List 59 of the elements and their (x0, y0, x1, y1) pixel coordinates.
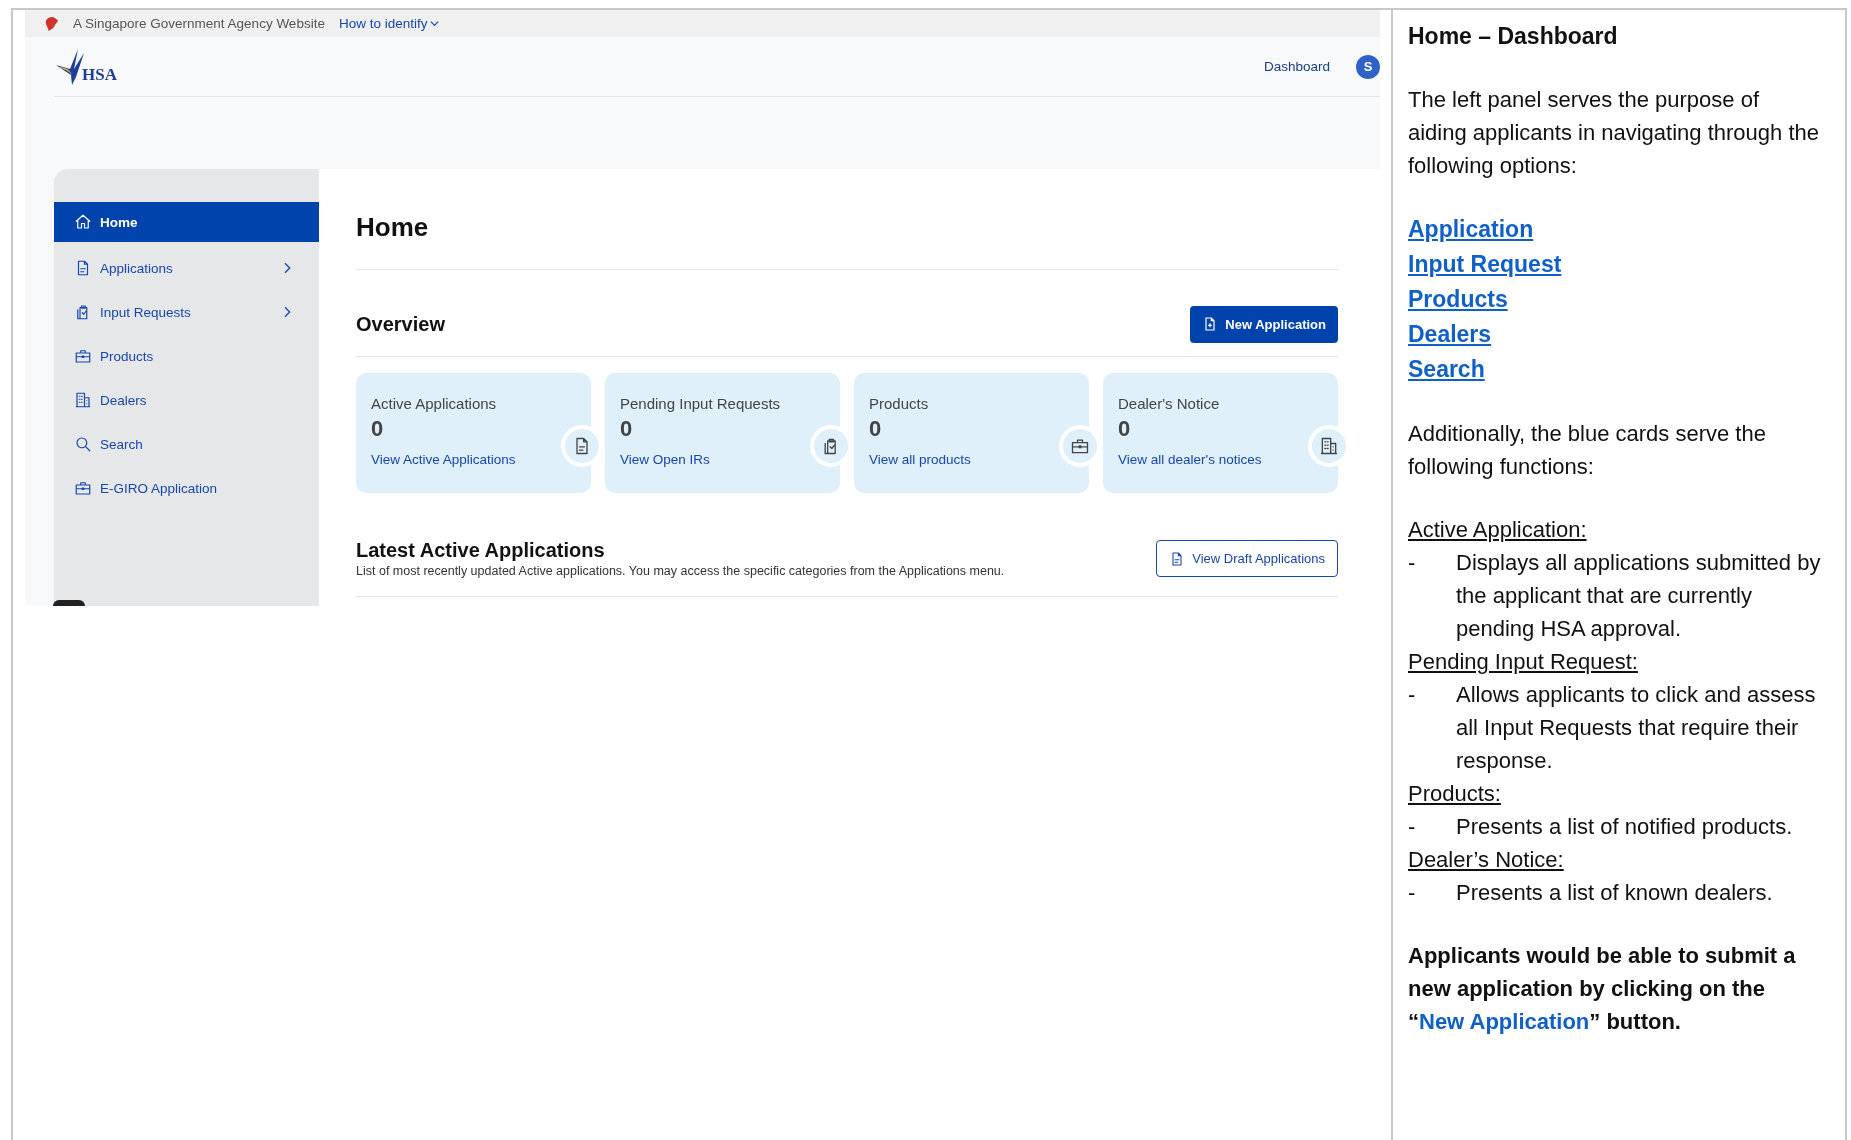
card-link[interactable]: View all products (869, 452, 971, 467)
card-label: Products (869, 395, 929, 412)
function-description: Displays all applications submitted by the applicant that are currently pending HSA approval. (1456, 549, 1821, 643)
function-heading: Active Application: (1408, 516, 1588, 544)
card-count: 0 (1118, 416, 1131, 442)
section-title: Overview (356, 312, 446, 336)
bullet-dash: - (1408, 879, 1417, 907)
section-title: Latest Active Applications (356, 539, 606, 562)
guide-link[interactable]: Products (1408, 282, 1508, 317)
sidebar-item[interactable]: E-GIRO Application (54, 466, 319, 510)
briefcase-icon (74, 347, 92, 365)
function-heading: Dealer’s Notice: (1408, 846, 1565, 874)
card-count: 0 (869, 416, 882, 442)
guide-link[interactable]: Application (1408, 212, 1534, 247)
bullet-dash: - (1408, 549, 1417, 577)
building-icon (1319, 436, 1339, 456)
guide-link[interactable]: Search (1408, 352, 1485, 387)
guide-link[interactable]: Dealers (1408, 317, 1492, 352)
chevron-down-icon (429, 18, 441, 29)
search-icon (74, 435, 92, 453)
sidebar-item[interactable]: Applications (54, 246, 319, 290)
function-heading: Pending Input Request: (1408, 648, 1639, 676)
user-avatar[interactable]: S (1356, 54, 1380, 79)
logo-text: HSA (82, 64, 117, 85)
section-description: List of most recently updated Active applications. You may access the specific categories from the Applications menu. (356, 564, 1006, 578)
card-count: 0 (371, 416, 384, 442)
card-link[interactable]: View all dealer's notices (1118, 452, 1262, 467)
page-title: Home (356, 204, 1338, 270)
sidebar-item[interactable]: Home (54, 202, 319, 242)
guide-paragraph: Applicants would be able to submit a new application by clicking on the “New Application” button. (1408, 942, 1797, 1036)
card-label: Dealer's Notice (1118, 395, 1220, 412)
building-icon (74, 391, 92, 409)
bullet-dash: - (1408, 813, 1417, 841)
card-label: Pending Input Requests (620, 395, 781, 412)
home-icon (74, 213, 92, 231)
dashboard-link[interactable]: Dashboard (1263, 59, 1330, 74)
card-link[interactable]: View Active Applications (371, 452, 516, 467)
sidebar-item[interactable]: Input Requests (54, 290, 319, 334)
guide-link[interactable]: Input Request (1408, 247, 1562, 282)
function-description: Presents a list of notified products. (1456, 813, 1793, 841)
function-description: Allows applicants to click and assess all Input Requests that require their response. (1456, 681, 1817, 775)
government-notice: A Singapore Government Agency Website (73, 16, 325, 31)
function-description: Presents a list of known dealers. (1456, 879, 1773, 907)
sidebar-item[interactable]: Products (54, 334, 319, 378)
sidebar-item[interactable]: Dealers (54, 378, 319, 422)
card-label: Active Applications (371, 395, 497, 412)
briefcase-icon (74, 479, 92, 497)
guide-paragraph: Additionally, the blue cards serve the following functions: (1408, 420, 1767, 481)
new-application-link[interactable]: New Application (1419, 1009, 1590, 1034)
bullet-dash: - (1408, 681, 1417, 709)
guide-title: Home – Dashboard (1408, 22, 1619, 51)
identify-link[interactable]: How to identify (338, 16, 441, 31)
guide-paragraph: The left panel serves the purpose of aiding applicants in navigating through the following options: (1408, 86, 1820, 180)
card-link[interactable]: View Open IRs (620, 452, 710, 467)
new-application-button[interactable]: New Application (1190, 305, 1338, 343)
sidebar-item[interactable]: Search (54, 422, 319, 466)
card-count: 0 (620, 416, 633, 442)
view-draft-button[interactable]: View Draft Applications (1156, 540, 1338, 577)
function-heading: Products: (1408, 780, 1502, 808)
